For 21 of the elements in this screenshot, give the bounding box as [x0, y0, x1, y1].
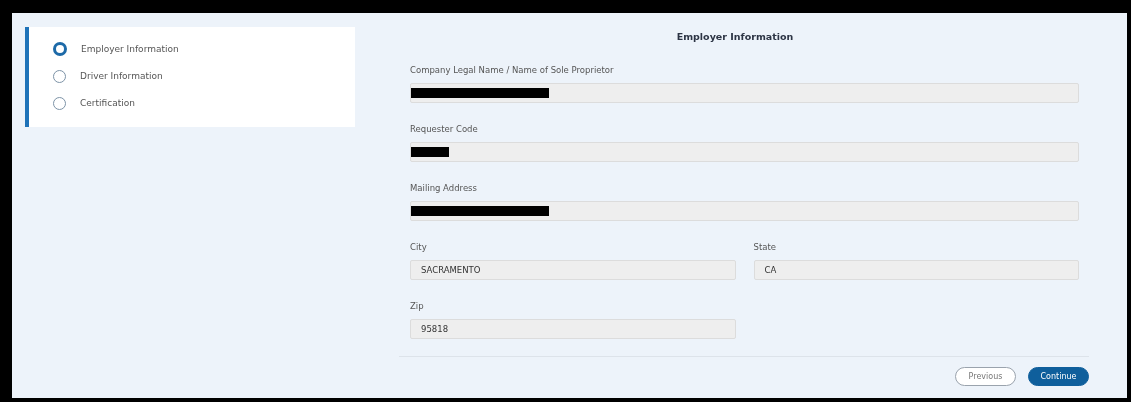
input-field[interactable] [410, 83, 1079, 103]
radio-button[interactable] [53, 96, 66, 110]
input-field[interactable] [410, 201, 1079, 221]
step-label[interactable]: Employer Information [81, 44, 179, 54]
field-label: Company Legal Name / Name of Sole Proprietor [410, 65, 615, 77]
step-label[interactable]: Driver Information [80, 71, 163, 81]
previous-button[interactable]: Previous [955, 367, 1016, 386]
input-field[interactable]: 95818 [410, 319, 736, 339]
input-field[interactable]: SACRAMENTO [410, 260, 736, 280]
field-label: State [753, 242, 777, 254]
form-title: Employer Information [675, 30, 795, 44]
field-label: Mailing Address [410, 183, 478, 195]
input-field[interactable] [410, 142, 1079, 162]
radio-button[interactable] [53, 69, 66, 83]
field-label: City [410, 242, 428, 254]
field-label: Requester Code [410, 124, 479, 136]
radio-button[interactable] [53, 42, 67, 56]
field-label: Zip [410, 301, 425, 313]
input-field[interactable]: CA [753, 260, 1079, 280]
step-label[interactable]: Certification [80, 98, 135, 108]
continue-button[interactable]: Continue [1028, 367, 1089, 386]
